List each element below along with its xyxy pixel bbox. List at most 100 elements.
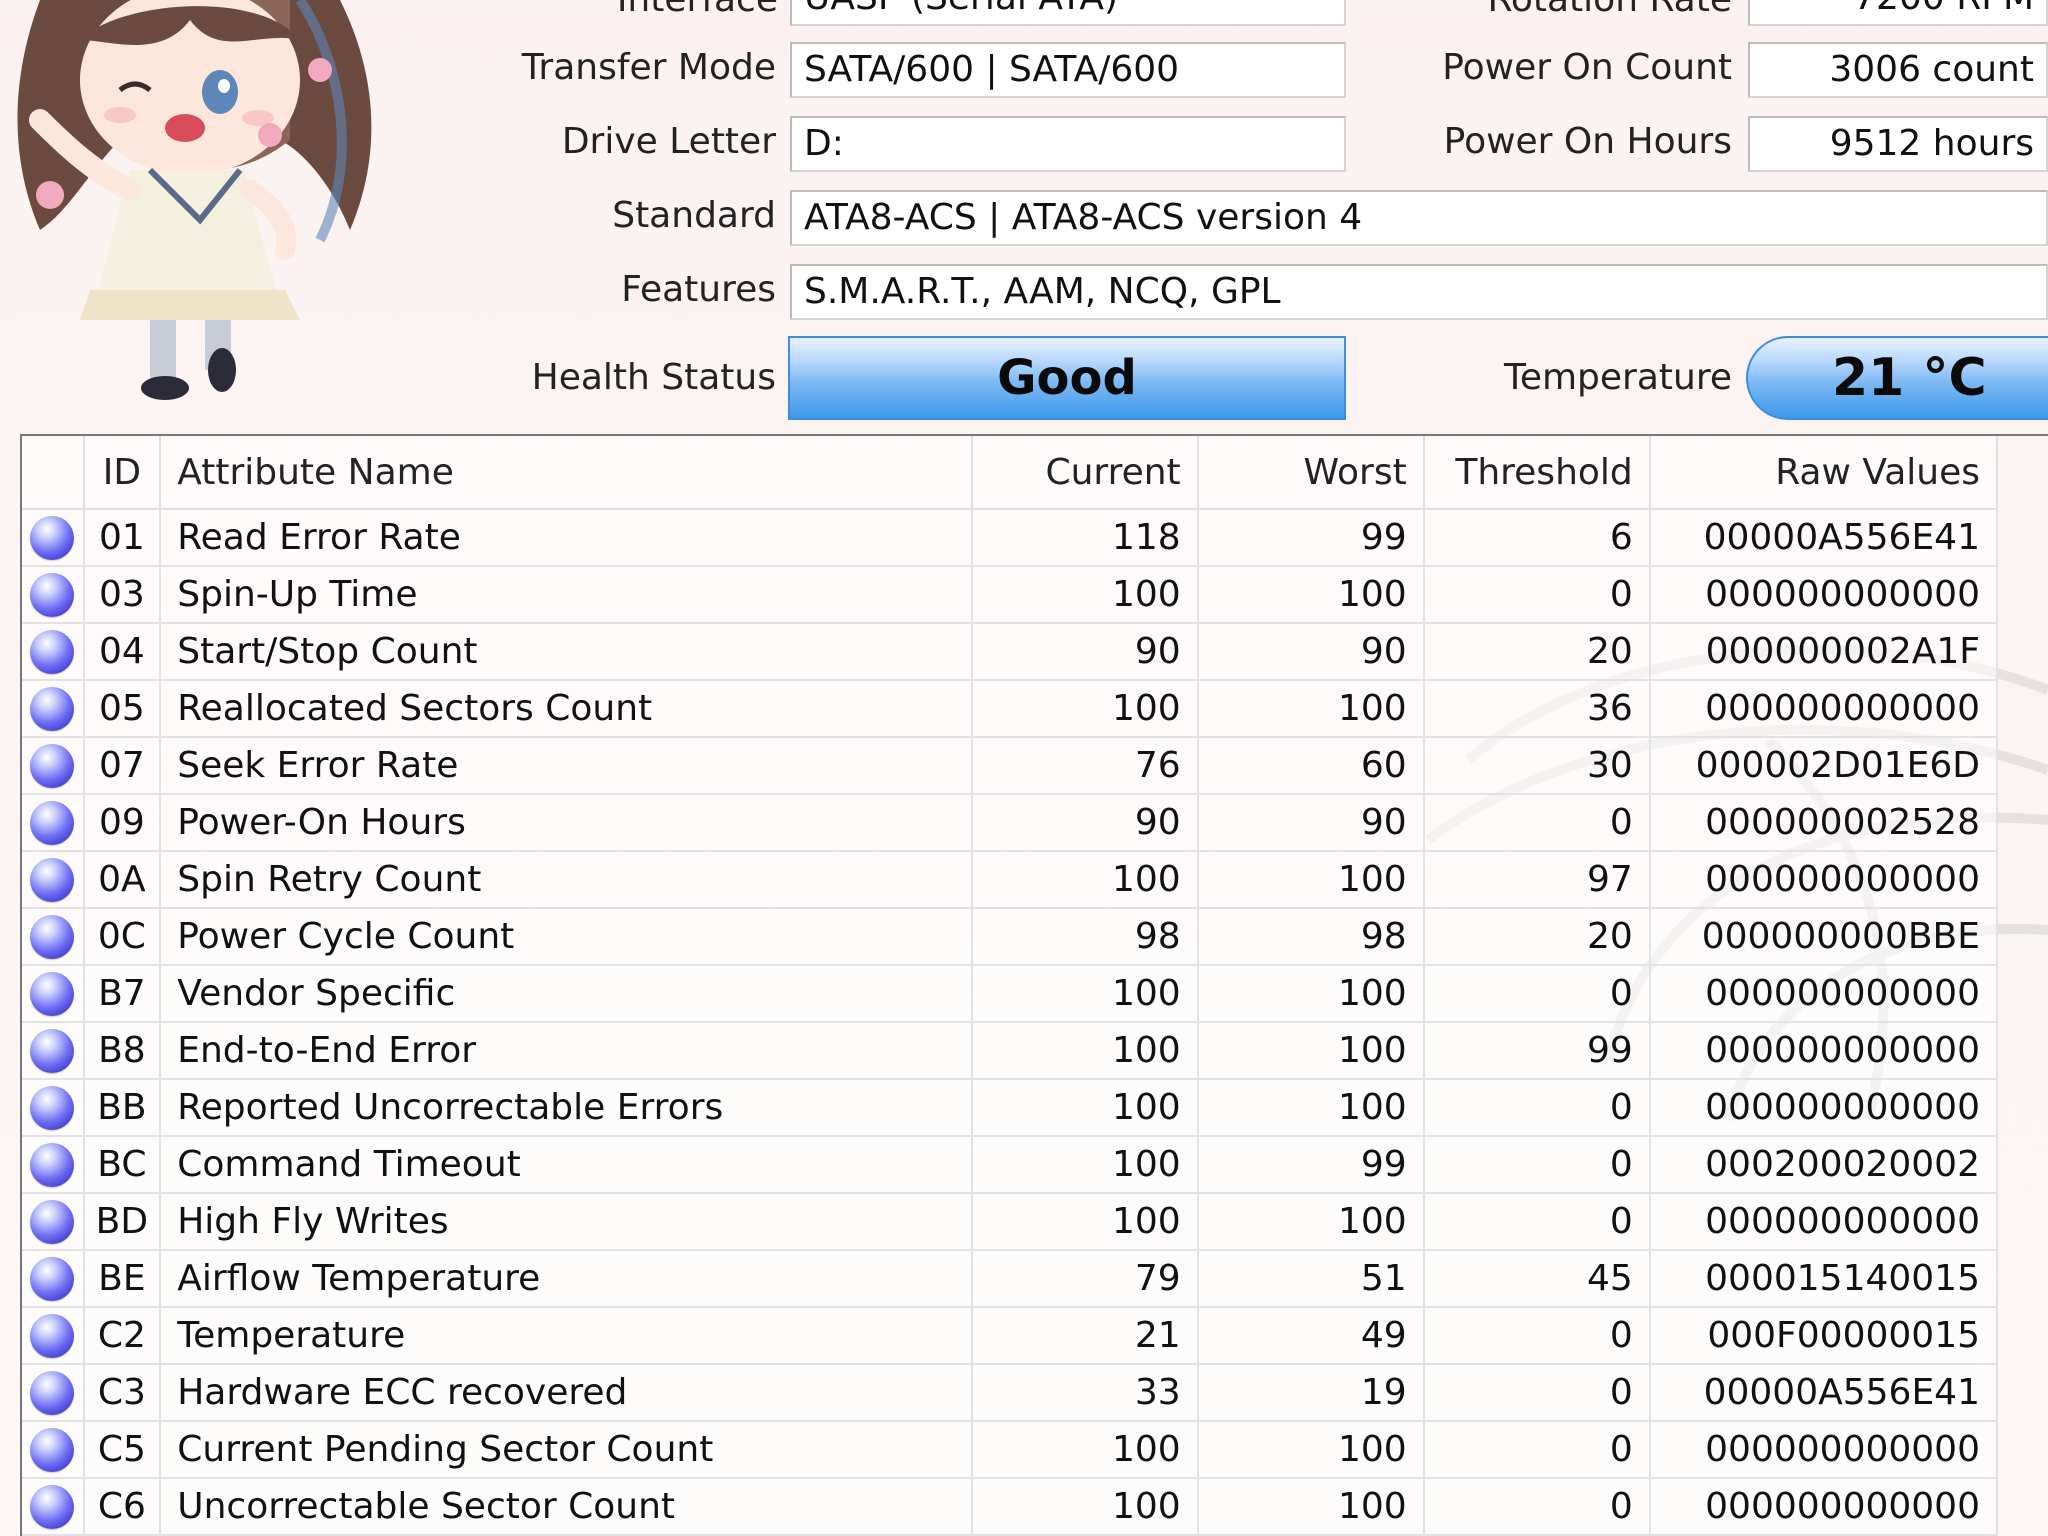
attribute-threshold: 30 [1423,737,1651,795]
attribute-threshold: 36 [1423,680,1651,738]
table-row[interactable]: BB Reported Uncorrectable Errors 100 100 0 00… [22,1079,1999,1137]
status-orb-icon [30,1199,75,1244]
table-row[interactable]: BC Command Timeout 100 99 0 000200020002 [22,1136,1999,1194]
attribute-current: 79 [971,1250,1199,1308]
attribute-id: 0A [83,851,162,909]
power-on-hours-label: Power On Hours [1443,121,1732,162]
attribute-current: 100 [971,1193,1199,1251]
attribute-current: 100 [971,1079,1199,1137]
attribute-name: Temperature [160,1307,973,1365]
table-row[interactable]: 07 Seek Error Rate 76 60 30 000002D01E6D [22,737,1999,795]
status-orb-icon [30,743,75,788]
attribute-id: 05 [83,680,162,738]
table-row[interactable]: 09 Power-On Hours 90 90 0 000000002528 [22,794,1999,852]
column-header-id[interactable]: ID [83,436,162,510]
column-header-threshold[interactable]: Threshold [1423,436,1651,510]
table-row[interactable]: C3 Hardware ECC recovered 33 19 0 00000A556E4… [22,1364,1999,1422]
attribute-threshold: 45 [1423,1250,1651,1308]
attribute-raw-value: 000015140015 [1649,1250,1999,1308]
attribute-id: 01 [83,509,162,567]
table-row[interactable]: 0C Power Cycle Count 98 98 20 000000000BBE [22,908,1999,966]
attribute-id: B8 [83,1022,162,1080]
attribute-current: 100 [971,1022,1199,1080]
attribute-name: Current Pending Sector Count [160,1421,973,1479]
attribute-raw-value: 000000002A1F [1649,623,1999,681]
table-row[interactable]: 05 Reallocated Sectors Count 100 100 36 00000… [22,680,1999,738]
attribute-current: 33 [971,1364,1199,1422]
attribute-worst: 98 [1197,908,1425,966]
table-row[interactable]: B8 End-to-End Error 100 100 99 000000000000 [22,1022,1999,1080]
attribute-raw-value: 00000A556E41 [1649,1364,1999,1422]
attribute-worst: 90 [1197,794,1425,852]
attribute-id: BE [83,1250,162,1308]
table-row[interactable]: 03 Spin-Up Time 100 100 0 000000000000 [22,566,1999,624]
table-row[interactable]: 0A Spin Retry Count 100 100 97 000000000000 [22,851,1999,909]
attribute-threshold: 0 [1423,566,1651,624]
table-row[interactable]: C2 Temperature 21 49 0 000F00000015 [22,1307,1999,1365]
attribute-id: 0C [83,908,162,966]
interface-label: Interface [617,0,778,22]
attribute-current: 100 [971,1478,1199,1536]
attribute-name: End-to-End Error [160,1022,973,1080]
attribute-current: 118 [971,509,1199,567]
attribute-threshold: 0 [1423,1421,1651,1479]
attribute-threshold: 0 [1423,1364,1651,1422]
table-row[interactable]: C5 Current Pending Sector Count 100 100 0 000… [22,1421,1999,1479]
attribute-worst: 100 [1197,1478,1425,1536]
features-field: S.M.A.R.T., AAM, NCQ, GPL [790,264,2048,320]
attribute-worst: 60 [1197,737,1425,795]
smart-attributes-table[interactable]: ID Attribute Name Current Worst Threshol… [20,434,2048,1536]
status-orb-icon [30,572,75,617]
column-header-status[interactable] [22,436,85,510]
attribute-name: Spin Retry Count [160,851,973,909]
health-status-button[interactable]: Good [788,336,1346,420]
attribute-id: BC [83,1136,162,1194]
power-on-count-label: Power On Count [1442,47,1732,88]
table-row[interactable]: 01 Read Error Rate 118 99 6 00000A556E41 [22,509,1999,567]
attribute-raw-value: 000000000000 [1649,1478,1999,1536]
attribute-worst: 51 [1197,1250,1425,1308]
attribute-id: 09 [83,794,162,852]
drive-letter-field: D: [790,116,1346,172]
attribute-threshold: 0 [1423,1079,1651,1137]
attribute-name: Power Cycle Count [160,908,973,966]
standard-label: Standard [612,195,776,236]
attribute-name: Power-On Hours [160,794,973,852]
attribute-raw-value: 000F00000015 [1649,1307,1999,1365]
attribute-name: Airflow Temperature [160,1250,973,1308]
table-row[interactable]: BD High Fly Writes 100 100 0 000000000000 [22,1193,1999,1251]
attribute-threshold: 0 [1423,794,1651,852]
attribute-current: 100 [971,1421,1199,1479]
status-orb-icon [30,1484,75,1529]
table-row[interactable]: B7 Vendor Specific 100 100 0 000000000000 [22,965,1999,1023]
attribute-worst: 99 [1197,509,1425,567]
temperature-button[interactable]: 21 °C [1746,336,2048,420]
attribute-raw-value: 000000000BBE [1649,908,1999,966]
table-row[interactable]: C6 Uncorrectable Sector Count 100 100 0 00000… [22,1478,1999,1536]
attribute-current: 100 [971,680,1199,738]
column-header-raw-values[interactable]: Raw Values [1649,436,1999,510]
attribute-worst: 90 [1197,623,1425,681]
attribute-name: Reallocated Sectors Count [160,680,973,738]
column-header-current[interactable]: Current [971,436,1199,510]
column-header-worst[interactable]: Worst [1197,436,1425,510]
attribute-worst: 100 [1197,1022,1425,1080]
attribute-worst: 100 [1197,965,1425,1023]
attribute-name: Hardware ECC recovered [160,1364,973,1422]
attribute-name: Start/Stop Count [160,623,973,681]
table-body: 01 Read Error Rate 118 99 6 00000A556E41 03 Sp… [22,509,1999,1536]
attribute-threshold: 0 [1423,1307,1651,1365]
attribute-worst: 100 [1197,1421,1425,1479]
attribute-name: Reported Uncorrectable Errors [160,1079,973,1137]
attribute-name: Uncorrectable Sector Count [160,1478,973,1536]
attribute-current: 100 [971,851,1199,909]
attribute-id: BB [83,1079,162,1137]
table-row[interactable]: 04 Start/Stop Count 90 90 20 000000002A1F [22,623,1999,681]
attribute-raw-value: 000000000000 [1649,851,1999,909]
attribute-threshold: 0 [1423,1193,1651,1251]
column-header-attribute-name[interactable]: Attribute Name [160,436,973,510]
attribute-id: B7 [83,965,162,1023]
table-row[interactable]: BE Airflow Temperature 79 51 45 000015140015 [22,1250,1999,1308]
rotation-rate-field: 7200 RPM [1748,0,2048,26]
attribute-id: C2 [83,1307,162,1365]
